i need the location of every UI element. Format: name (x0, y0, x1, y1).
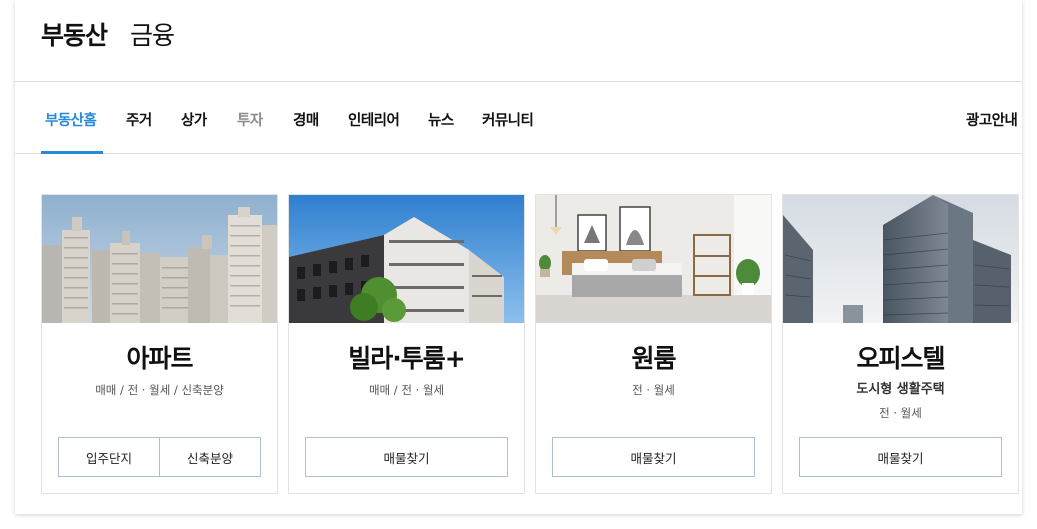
move-in-complex-button[interactable]: 입주단지 (59, 438, 159, 476)
card-description: 전 · 월세 (879, 406, 922, 420)
card-title[interactable]: 오피스텔 (783, 339, 1018, 375)
card-button-group: 매물찾기 (305, 437, 508, 477)
find-listings-button[interactable]: 매물찾기 (306, 438, 507, 476)
card-officetel: 오피스텔 도시형 생활주택 전 · 월세 매물찾기 (782, 194, 1019, 494)
card-button-group: 입주단지 신축분양 (58, 437, 261, 477)
card-title[interactable]: 빌라·투룸+ (289, 339, 524, 375)
nav-item-commercial[interactable]: 상가 (181, 109, 207, 130)
nav-item-housing[interactable]: 주거 (126, 109, 152, 130)
section-subtitle-finance[interactable]: 금융 (130, 16, 175, 52)
ad-info-link[interactable]: 광고안내 (966, 109, 1018, 130)
card-description: 매매 / 전 · 월세 (368, 383, 445, 397)
officetel-image[interactable] (783, 195, 1018, 323)
real-estate-panel: 부동산 금융 부동산홈 주거 상가 투자 경매 인테리어 뉴스 커뮤니티 광고안… (15, 0, 1022, 514)
villa-image[interactable] (289, 195, 524, 323)
card-title[interactable]: 아파트 (42, 339, 277, 375)
card-villa: 빌라·투룸+ 매매 / 전 · 월세 매물찾기 (288, 194, 525, 494)
category-nav: 부동산홈 주거 상가 투자 경매 인테리어 뉴스 커뮤니티 광고안내 (15, 83, 1022, 154)
nav-item-news[interactable]: 뉴스 (428, 109, 454, 130)
card-description: 매매 / 전 · 월세 / 신축분양 (95, 383, 224, 397)
nav-item-interior[interactable]: 인테리어 (348, 109, 400, 130)
section-header: 부동산 금융 (15, 0, 1022, 82)
card-button-group: 매물찾기 (799, 437, 1002, 477)
card-one-room: 원룸 전 · 월세 매물찾기 (535, 194, 772, 494)
card-title[interactable]: 원룸 (536, 339, 771, 375)
card-tagline: 도시형 생활주택 (856, 382, 945, 397)
active-tab-indicator (41, 151, 103, 154)
nav-item-community[interactable]: 커뮤니티 (482, 109, 534, 130)
find-listings-button[interactable]: 매물찾기 (800, 438, 1001, 476)
section-title[interactable]: 부동산 (41, 16, 108, 52)
apartment-image[interactable] (42, 195, 277, 323)
card-apartment: 아파트 매매 / 전 · 월세 / 신축분양 입주단지 신축분양 (41, 194, 278, 494)
find-listings-button[interactable]: 매물찾기 (553, 438, 754, 476)
one-room-image[interactable] (536, 195, 771, 323)
card-description: 전 · 월세 (632, 383, 675, 397)
card-button-group: 매물찾기 (552, 437, 755, 477)
nav-item-auction[interactable]: 경매 (293, 109, 319, 130)
new-presale-button[interactable]: 신축분양 (159, 438, 260, 476)
nav-item-investment[interactable]: 투자 (237, 109, 263, 130)
nav-item-home[interactable]: 부동산홈 (45, 109, 97, 130)
